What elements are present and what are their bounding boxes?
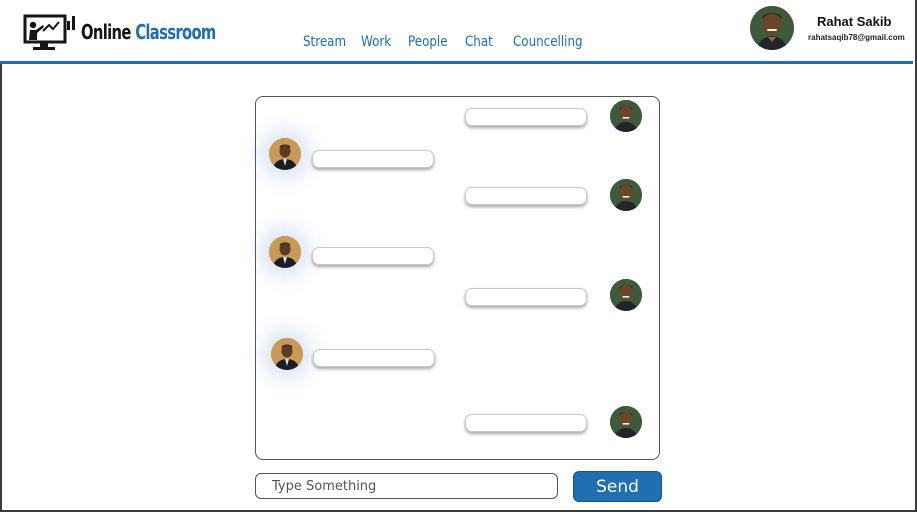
chat-window[interactable] [255,96,660,460]
student-avatar [610,179,642,211]
app-title: Online Classroom [81,20,216,44]
teacher-avatar [269,138,301,170]
user-photo-icon [750,6,794,50]
message-bubble-incoming [312,150,434,168]
message-bubble-outgoing [465,187,587,205]
message-bubble-outgoing [465,414,587,432]
nav-stream[interactable]: Stream [303,34,346,50]
profile-name: Rahat Sakib [817,14,892,29]
send-button[interactable]: Send [573,471,662,502]
message-bubble-outgoing [465,108,587,126]
student-avatar [610,406,642,438]
message-bubble-incoming [313,349,435,367]
top-header: Online Classroom Stream Work People Chat… [0,0,913,62]
teacher-avatar [269,236,301,268]
message-bubble-outgoing [465,288,587,306]
profile-email: rahatsaqib78@gmail.com [808,33,905,42]
message-input[interactable] [255,473,558,499]
nav-work[interactable]: Work [361,34,391,50]
nav-chat[interactable]: Chat [465,34,493,50]
header-divider [0,61,913,64]
teacher-avatar [271,338,303,370]
nav-people[interactable]: People [408,34,448,50]
profile-avatar[interactable] [750,6,794,50]
student-avatar [610,279,642,311]
message-bubble-incoming [312,247,434,265]
nav-councelling[interactable]: Councelling [513,34,583,50]
student-avatar [610,100,642,132]
teacher-at-board-icon [23,14,75,50]
app-logo[interactable]: Online Classroom [23,12,245,52]
